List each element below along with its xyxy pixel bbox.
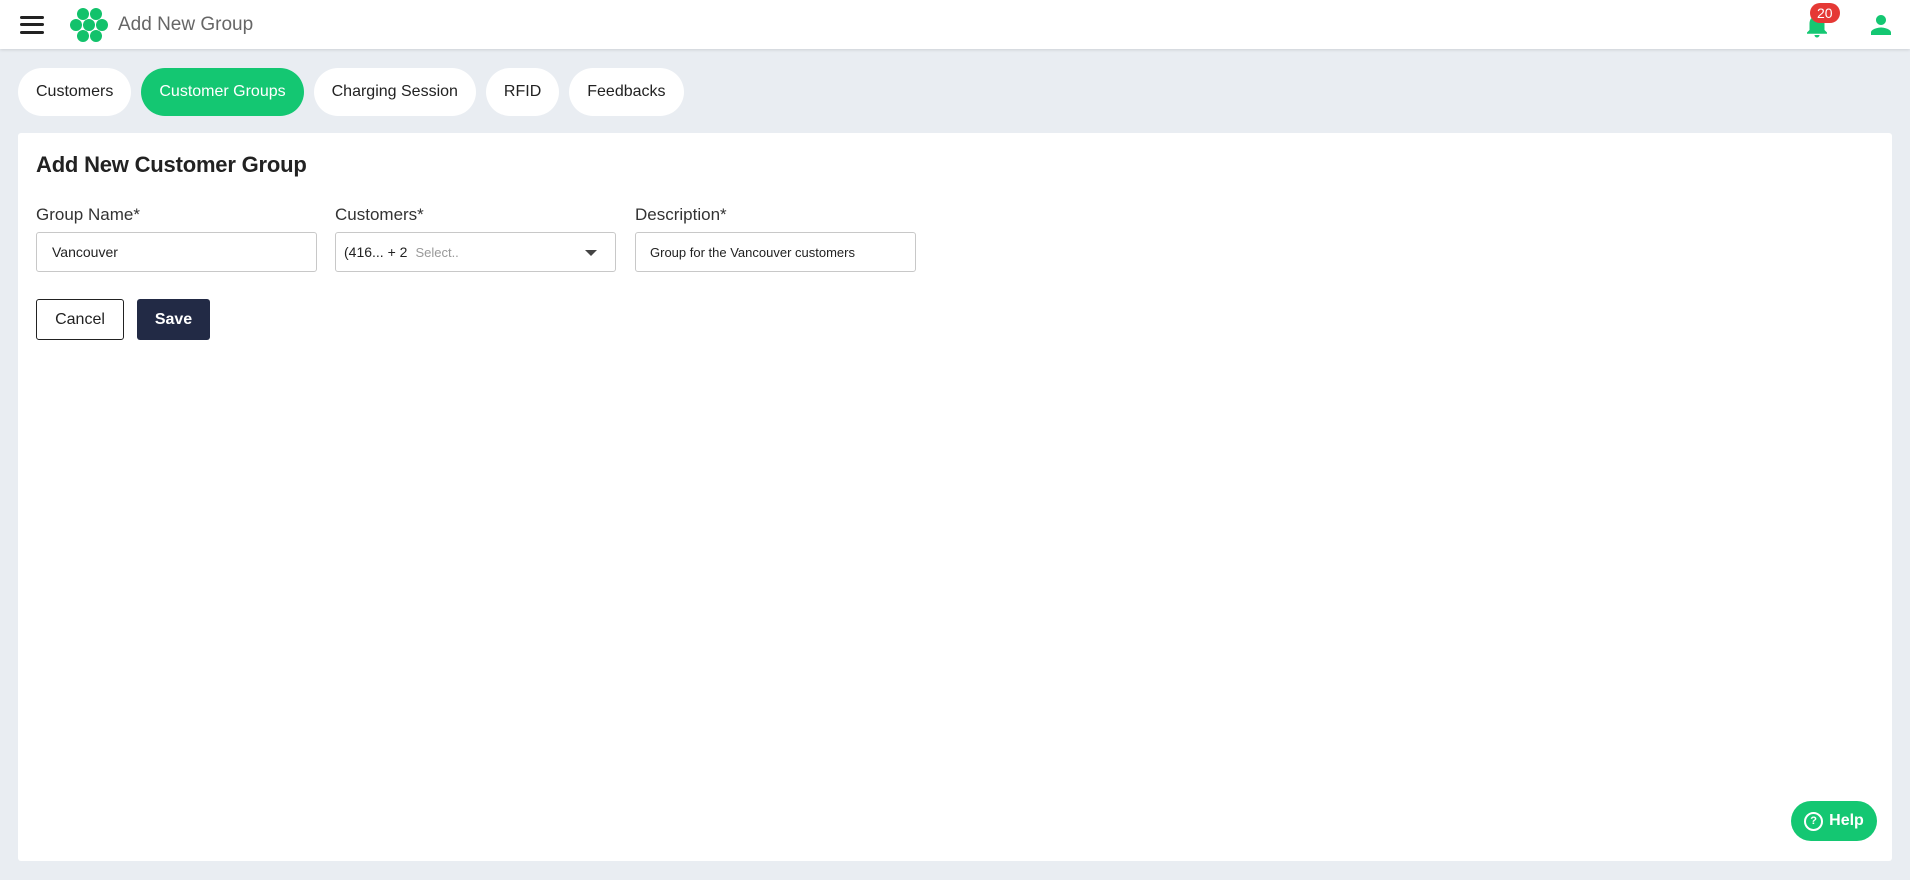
tab-rfid[interactable]: RFID [485, 68, 560, 116]
tab-customer-groups[interactable]: Customer Groups [141, 68, 304, 116]
tab-charging-session[interactable]: Charging Session [313, 68, 476, 116]
user-avatar-icon[interactable] [1866, 10, 1896, 40]
form-card: Add New Customer Group Group Name* Custo… [18, 133, 1892, 861]
tab-bar: Customers Customer Groups Charging Sessi… [18, 68, 694, 116]
question-circle-icon: ? [1804, 811, 1824, 831]
notification-bell-icon[interactable]: 20 [1802, 2, 1840, 40]
customers-selected-value: (416... + 2 [344, 244, 408, 260]
notification-badge: 20 [1810, 2, 1840, 23]
tab-feedbacks[interactable]: Feedbacks [569, 68, 684, 116]
form-title: Add New Customer Group [36, 152, 307, 177]
description-field: Description* [635, 205, 916, 272]
help-label: Help [1829, 812, 1864, 829]
customers-field: Customers* (416... + 2 Select.. [335, 205, 616, 272]
group-name-input[interactable] [36, 232, 317, 272]
tab-customers[interactable]: Customers [18, 68, 132, 116]
top-bar: Add New Group 20 [0, 0, 1910, 49]
save-button[interactable]: Save [137, 299, 210, 340]
customers-placeholder: Select.. [415, 244, 459, 260]
logo-icon [70, 6, 108, 44]
customers-label: Customers* [335, 205, 424, 224]
page-title: Add New Group [118, 13, 254, 35]
description-input[interactable] [635, 232, 916, 272]
cancel-button[interactable]: Cancel [36, 299, 124, 340]
chevron-down-icon[interactable] [585, 250, 597, 256]
help-button[interactable]: ? Help [1791, 801, 1877, 841]
description-label: Description* [635, 205, 727, 224]
group-name-label: Group Name* [36, 205, 140, 224]
group-name-field: Group Name* [36, 205, 317, 272]
hamburger-menu-icon[interactable] [20, 15, 44, 34]
customers-select[interactable]: (416... + 2 Select.. [335, 232, 616, 272]
